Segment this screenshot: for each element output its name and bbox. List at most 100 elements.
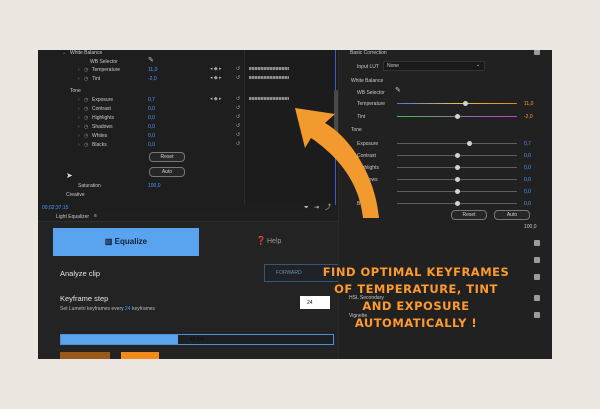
reset-param-icon[interactable]: ↺ (236, 75, 240, 81)
keyframe-nav-icon[interactable]: ◂ ◆ ▸ (210, 66, 222, 72)
stopwatch-icon[interactable]: ◷ (84, 133, 88, 139)
chevron-down-icon[interactable]: ⌄ (62, 50, 66, 56)
stopwatch-icon[interactable]: ◷ (84, 67, 88, 73)
analyze-clip-label: Analyze clip (60, 269, 101, 278)
param-value[interactable]: -2,0 (148, 76, 157, 82)
saturation-label: Saturation (78, 183, 101, 189)
param-value[interactable]: 0,0 (148, 142, 155, 148)
section-checkbox-1[interactable] (534, 240, 540, 246)
param-value[interactable]: 0,7 (148, 97, 155, 103)
orange-button-2[interactable] (121, 352, 159, 359)
mouse-cursor-icon: ➤ (66, 171, 73, 180)
chevron-right-icon[interactable]: › (78, 133, 80, 139)
tone-knob[interactable] (455, 189, 460, 194)
basic-correction-header[interactable]: Basic Correction (350, 50, 387, 56)
eyedropper-icon[interactable]: ✎ (395, 87, 401, 94)
keyframe-strip-tint[interactable] (249, 76, 289, 79)
basic-correction-checkbox[interactable] (534, 50, 540, 55)
white-balance-section[interactable]: White Balance (70, 50, 102, 56)
panel-menu-icon[interactable]: ≡ (94, 213, 97, 219)
stopwatch-icon[interactable]: ◷ (84, 97, 88, 103)
tone-knob[interactable] (455, 177, 460, 182)
keyframe-strip-exposure[interactable] (249, 97, 289, 100)
hsl-secondary-checkbox[interactable] (534, 295, 540, 301)
chevron-right-icon[interactable]: › (78, 97, 80, 103)
tone-knob[interactable] (455, 201, 460, 206)
param-value[interactable]: 0,0 (148, 106, 155, 112)
param-label: Highlights (92, 115, 114, 121)
temperature-slider[interactable] (397, 103, 517, 104)
chevron-right-icon[interactable]: › (78, 124, 80, 130)
chevron-right-icon[interactable]: › (78, 106, 80, 112)
equalize-button[interactable]: ▥ Equalize (53, 228, 199, 256)
chevron-right-icon[interactable]: › (78, 76, 80, 82)
annotation-line-3: AND EXPOSURE (362, 299, 470, 313)
reset-button[interactable]: Reset (149, 152, 185, 162)
keyframe-nav-icon[interactable]: ◂ ◆ ▸ (210, 75, 222, 81)
auto-button[interactable]: Auto (149, 167, 185, 177)
chevron-right-icon[interactable]: › (78, 115, 80, 121)
timecode[interactable]: 00;02;37;15 (42, 205, 68, 211)
annotation-line-4: AUTOMATICALLY ! (354, 316, 478, 330)
vignette-checkbox[interactable] (534, 312, 540, 318)
section-checkbox-3[interactable] (534, 274, 540, 280)
param-label: Contrast (92, 106, 111, 112)
reset-param-icon[interactable]: ↺ (236, 66, 240, 72)
input-lut-select[interactable]: None ⌄ (383, 61, 485, 71)
tone-value[interactable]: 0,7 (524, 141, 531, 147)
reset-param-icon[interactable]: ↺ (236, 96, 240, 102)
tint-knob[interactable] (455, 114, 460, 119)
input-lut-label: Input LUT (357, 64, 379, 70)
tone-section[interactable]: Tone (70, 88, 81, 94)
chevron-right-icon[interactable]: › (78, 67, 80, 73)
temperature-knob[interactable] (463, 101, 468, 106)
param-label: Blacks (92, 142, 107, 148)
tone-knob[interactable] (467, 141, 472, 146)
temperature-value[interactable]: 11,0 (524, 101, 533, 107)
tone-knob[interactable] (455, 153, 460, 158)
tone-value[interactable]: 0,0 (524, 177, 531, 183)
keyframe-strip-temperature[interactable] (249, 67, 289, 70)
tone-value[interactable]: 0,0 (524, 165, 531, 171)
stopwatch-icon[interactable]: ◷ (84, 106, 88, 112)
param-value[interactable]: 0,0 (148, 115, 155, 121)
right-auto-button[interactable]: Auto (494, 210, 530, 220)
section-checkbox-2[interactable] (534, 257, 540, 263)
stopwatch-icon[interactable]: ◷ (84, 115, 88, 121)
reset-param-icon[interactable]: ↺ (236, 114, 240, 120)
tone-value[interactable]: 0,0 (524, 201, 531, 207)
creative-section[interactable]: Creative (66, 192, 85, 198)
tone-value[interactable]: 0,0 (524, 189, 531, 195)
reset-param-icon[interactable]: ↺ (236, 132, 240, 138)
param-label: Shadows (92, 124, 113, 130)
reset-param-icon[interactable]: ↺ (236, 105, 240, 111)
tone-knob[interactable] (455, 165, 460, 170)
param-value[interactable]: 0,0 (148, 124, 155, 130)
annotation-text: FIND OPTIMAL KEYFRAMES OF TEMPERATURE, T… (305, 264, 527, 332)
orange-button-1[interactable] (60, 352, 110, 359)
saturation-value[interactable]: 100,0 (148, 183, 161, 189)
progress-label: 43.1% (189, 337, 205, 343)
stopwatch-icon[interactable]: ◷ (84, 142, 88, 148)
help-label[interactable]: Help (267, 237, 281, 246)
panel-tab-light-equalizer[interactable]: Light Equalizer (56, 214, 89, 220)
help-icon[interactable]: ❓ (256, 236, 266, 246)
wb-selector-label: WB Selector (90, 59, 118, 65)
chevron-right-icon[interactable]: › (78, 142, 80, 148)
param-value[interactable]: 0,0 (148, 133, 155, 139)
keyframe-nav-icon[interactable]: ◂ ◆ ▸ (210, 96, 222, 102)
right-reset-button[interactable]: Reset (451, 210, 487, 220)
stopwatch-icon[interactable]: ◷ (84, 124, 88, 130)
param-value[interactable]: 11,0 (148, 67, 157, 73)
param-label: Tint (92, 76, 101, 82)
reset-param-icon[interactable]: ↺ (236, 123, 240, 129)
tone-slider[interactable] (397, 143, 517, 144)
forward-label: FORWARD (276, 270, 302, 276)
tone-value[interactable]: 0,0 (524, 153, 531, 159)
param-label: Temperature (92, 67, 121, 73)
tint-value[interactable]: -2,0 (524, 114, 533, 120)
eyedropper-icon[interactable]: ✎ (148, 57, 154, 64)
right-saturation-value[interactable]: 100,0 (524, 224, 537, 230)
stopwatch-icon[interactable]: ◷ (84, 76, 88, 82)
reset-param-icon[interactable]: ↺ (236, 141, 240, 147)
